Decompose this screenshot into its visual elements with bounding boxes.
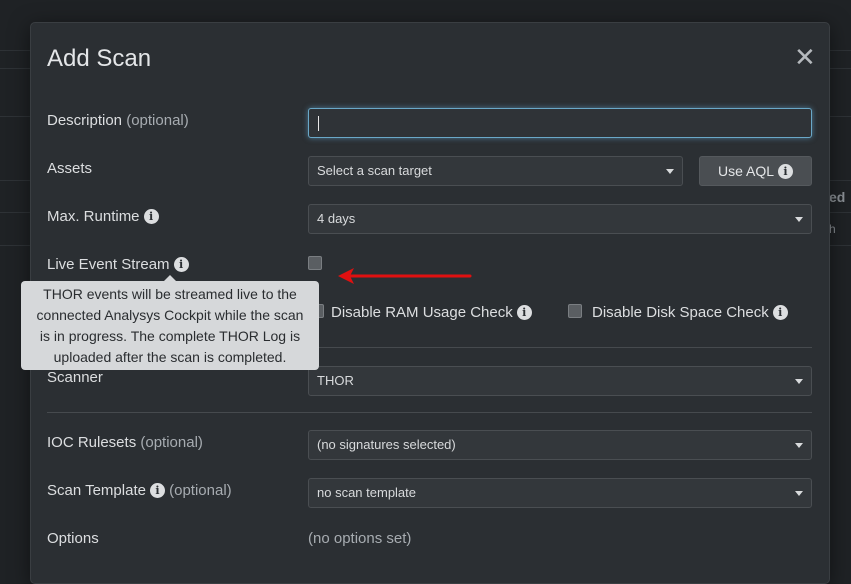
live-event-stream-label: Live Event Stream i (47, 256, 189, 273)
disable-ram-label: Disable RAM Usage Check i (331, 304, 532, 321)
scanner-label: Scanner (47, 369, 103, 386)
bg-column-header: ed (829, 189, 846, 205)
disable-disk-label: Disable Disk Space Check i (592, 304, 788, 321)
assets-select[interactable]: Select a scan target (308, 156, 683, 186)
optional-hint: (optional) (169, 482, 232, 499)
info-icon[interactable]: i (173, 257, 189, 272)
scan-template-label: Scan Template i (optional) (47, 482, 232, 499)
optional-hint: (optional) (126, 112, 189, 129)
text-cursor (318, 116, 319, 131)
info-icon[interactable]: i (143, 209, 159, 224)
assets-placeholder: Select a scan target (317, 163, 432, 178)
tooltip-line: uploaded after the scan is completed. (53, 349, 287, 365)
caret-down-icon (795, 491, 803, 496)
caret-down-icon (666, 169, 674, 174)
info-icon[interactable]: i (772, 305, 788, 320)
caret-down-icon (795, 217, 803, 222)
use-aql-button[interactable]: Use AQL i (699, 156, 812, 186)
info-icon[interactable]: i (516, 305, 532, 320)
assets-label: Assets (47, 160, 93, 177)
max-runtime-label: Max. Runtime i (47, 208, 159, 225)
tooltip-line: is in progress. The complete THOR Log is (39, 328, 301, 344)
description-label: Description (optional) (47, 112, 189, 129)
ioc-rulesets-label: IOC Rulesets (optional) (47, 434, 203, 451)
info-icon: i (778, 164, 794, 179)
disable-disk-checkbox[interactable] (568, 304, 582, 318)
close-icon[interactable]: ✕ (794, 43, 816, 71)
section-divider (47, 412, 812, 413)
optional-hint: (optional) (140, 434, 203, 451)
options-value: (no options set) (308, 530, 412, 547)
ioc-rulesets-select[interactable]: (no signatures selected) (308, 430, 812, 460)
max-runtime-select[interactable]: 4 days (308, 204, 812, 234)
scanner-select[interactable]: THOR (308, 366, 812, 396)
options-label: Options (47, 530, 99, 547)
live-event-stream-tooltip: THOR events will be streamed live to the… (21, 275, 319, 370)
red-arrow-annotation (338, 268, 472, 284)
tooltip-line: connected Analysys Cockpit while the sca… (36, 307, 304, 323)
description-input[interactable] (308, 108, 812, 138)
tooltip-line: THOR events will be streamed live to the (43, 286, 297, 302)
modal-title: Add Scan (47, 45, 152, 72)
scan-template-select[interactable]: no scan template (308, 478, 812, 508)
caret-down-icon (795, 443, 803, 448)
caret-down-icon (795, 379, 803, 384)
live-event-stream-checkbox[interactable] (308, 256, 322, 270)
info-icon[interactable]: i (149, 483, 165, 498)
bg-cell-text: h (829, 222, 836, 236)
